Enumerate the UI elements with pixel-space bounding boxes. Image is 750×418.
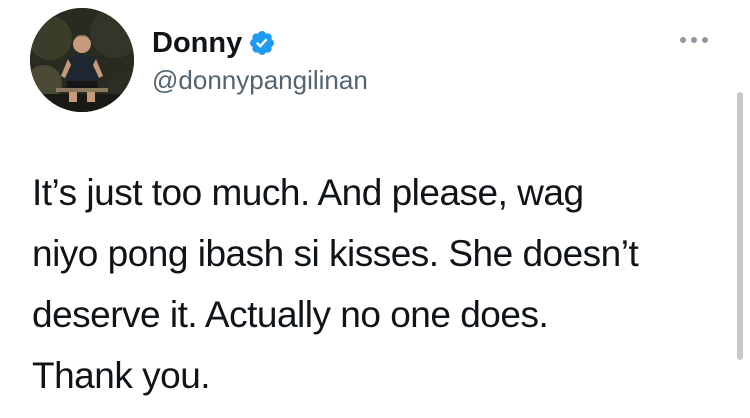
tweet-text: It’s just too much. And please, wag niyo… bbox=[32, 162, 722, 406]
verified-badge-icon bbox=[250, 31, 274, 55]
avatar[interactable] bbox=[30, 8, 134, 112]
dot-icon bbox=[702, 37, 708, 43]
tweet-text-line: deserve it. Actually no one does. bbox=[32, 294, 549, 335]
tweet-text-line: Thank you. bbox=[32, 355, 211, 396]
author-handle[interactable]: @donnypangilinan bbox=[152, 64, 368, 96]
tweet-text-line: It’s just too much. And please, wag bbox=[32, 172, 584, 213]
dot-icon bbox=[680, 37, 686, 43]
more-options-icon[interactable] bbox=[680, 34, 716, 46]
dot-icon bbox=[691, 37, 697, 43]
tweet-text-line: niyo pong ibash si kisses. She doesn’t bbox=[32, 233, 639, 274]
avatar-photo bbox=[30, 8, 134, 112]
author-display-name[interactable]: Donny bbox=[152, 26, 242, 60]
scrollbar[interactable] bbox=[737, 92, 743, 360]
tweet-card: Donny @donnypangilinan It’s just too muc… bbox=[0, 0, 750, 418]
